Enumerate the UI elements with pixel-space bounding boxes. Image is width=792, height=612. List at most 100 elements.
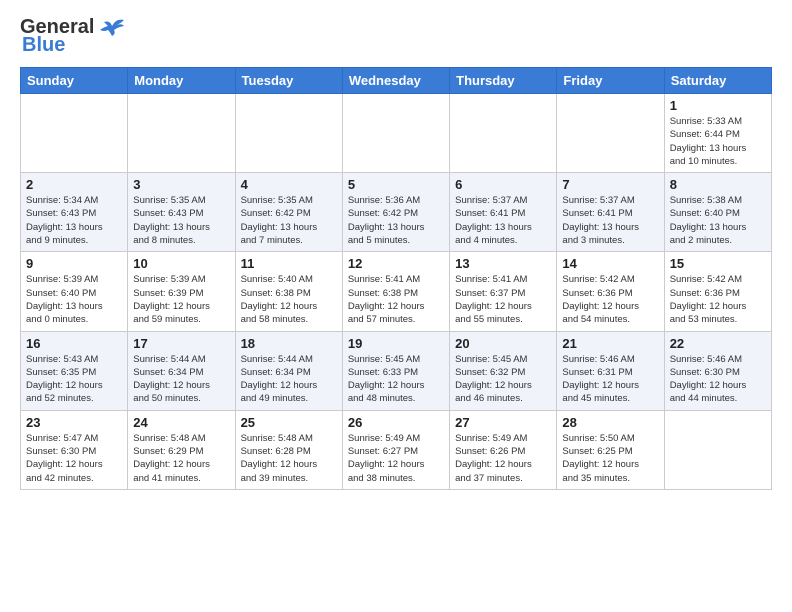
day-info: Sunrise: 5:37 AMSunset: 6:41 PMDaylight:… xyxy=(455,194,551,247)
calendar-cell xyxy=(664,410,771,489)
day-info: Sunrise: 5:39 AMSunset: 6:39 PMDaylight:… xyxy=(133,273,229,326)
calendar-cell: 19 Sunrise: 5:45 AMSunset: 6:33 PMDayligh… xyxy=(342,331,449,410)
day-number: 13 xyxy=(455,256,551,271)
day-info: Sunrise: 5:47 AMSunset: 6:30 PMDaylight:… xyxy=(26,432,122,485)
calendar-cell: 9 Sunrise: 5:39 AMSunset: 6:40 PMDaylight… xyxy=(21,252,128,331)
day-info: Sunrise: 5:35 AMSunset: 6:43 PMDaylight:… xyxy=(133,194,229,247)
day-number: 5 xyxy=(348,177,444,192)
calendar-cell xyxy=(342,94,449,173)
calendar-week-4: 16 Sunrise: 5:43 AMSunset: 6:35 PMDayligh… xyxy=(21,331,772,410)
weekday-header-tuesday: Tuesday xyxy=(235,68,342,94)
day-info: Sunrise: 5:38 AMSunset: 6:40 PMDaylight:… xyxy=(670,194,766,247)
logo: General Blue xyxy=(20,16,126,57)
calendar-cell: 10 Sunrise: 5:39 AMSunset: 6:39 PMDayligh… xyxy=(128,252,235,331)
day-number: 19 xyxy=(348,336,444,351)
calendar-cell: 4 Sunrise: 5:35 AMSunset: 6:42 PMDaylight… xyxy=(235,173,342,252)
day-number: 26 xyxy=(348,415,444,430)
calendar-week-3: 9 Sunrise: 5:39 AMSunset: 6:40 PMDaylight… xyxy=(21,252,772,331)
weekday-header-friday: Friday xyxy=(557,68,664,94)
weekday-header-thursday: Thursday xyxy=(450,68,557,94)
day-info: Sunrise: 5:44 AMSunset: 6:34 PMDaylight:… xyxy=(133,353,229,406)
calendar-cell: 7 Sunrise: 5:37 AMSunset: 6:41 PMDaylight… xyxy=(557,173,664,252)
day-number: 20 xyxy=(455,336,551,351)
calendar-cell: 8Sunrise: 5:38 AMSunset: 6:40 PMDaylight… xyxy=(664,173,771,252)
calendar-cell: 18 Sunrise: 5:44 AMSunset: 6:34 PMDayligh… xyxy=(235,331,342,410)
calendar-cell: 13 Sunrise: 5:41 AMSunset: 6:37 PMDayligh… xyxy=(450,252,557,331)
day-number: 6 xyxy=(455,177,551,192)
day-info: Sunrise: 5:34 AMSunset: 6:43 PMDaylight:… xyxy=(26,194,122,247)
calendar-cell: 27Sunrise: 5:49 AMSunset: 6:26 PMDayligh… xyxy=(450,410,557,489)
day-number: 9 xyxy=(26,256,122,271)
day-info: Sunrise: 5:45 AMSunset: 6:33 PMDaylight:… xyxy=(348,353,444,406)
calendar-table: SundayMondayTuesdayWednesdayThursdayFrid… xyxy=(20,67,772,490)
day-info: Sunrise: 5:39 AMSunset: 6:40 PMDaylight:… xyxy=(26,273,122,326)
day-info: Sunrise: 5:40 AMSunset: 6:38 PMDaylight:… xyxy=(241,273,337,326)
day-info: Sunrise: 5:46 AMSunset: 6:31 PMDaylight:… xyxy=(562,353,658,406)
page: General Blue SundayMondayTuesdayWednesda… xyxy=(0,0,792,506)
day-info: Sunrise: 5:42 AMSunset: 6:36 PMDaylight:… xyxy=(562,273,658,326)
calendar-cell: 16 Sunrise: 5:43 AMSunset: 6:35 PMDayligh… xyxy=(21,331,128,410)
calendar-cell: 15 Sunrise: 5:42 AMSunset: 6:36 PMDayligh… xyxy=(664,252,771,331)
calendar-cell xyxy=(21,94,128,173)
calendar-cell: 23 Sunrise: 5:47 AMSunset: 6:30 PMDayligh… xyxy=(21,410,128,489)
day-number: 11 xyxy=(241,256,337,271)
day-info: Sunrise: 5:45 AMSunset: 6:32 PMDaylight:… xyxy=(455,353,551,406)
calendar-cell: 5 Sunrise: 5:36 AMSunset: 6:42 PMDaylight… xyxy=(342,173,449,252)
calendar-cell: 17 Sunrise: 5:44 AMSunset: 6:34 PMDayligh… xyxy=(128,331,235,410)
day-info: Sunrise: 5:50 AMSunset: 6:25 PMDaylight:… xyxy=(562,432,658,485)
calendar-cell xyxy=(557,94,664,173)
weekday-header-monday: Monday xyxy=(128,68,235,94)
day-info: Sunrise: 5:46 AMSunset: 6:30 PMDaylight:… xyxy=(670,353,766,406)
calendar-cell: 11 Sunrise: 5:40 AMSunset: 6:38 PMDayligh… xyxy=(235,252,342,331)
day-number: 10 xyxy=(133,256,229,271)
calendar-week-1: 1Sunrise: 5:33 AMSunset: 6:44 PMDaylight… xyxy=(21,94,772,173)
day-info: Sunrise: 5:43 AMSunset: 6:35 PMDaylight:… xyxy=(26,353,122,406)
day-info: Sunrise: 5:36 AMSunset: 6:42 PMDaylight:… xyxy=(348,194,444,247)
logo-blue: Blue xyxy=(22,34,65,57)
calendar-cell xyxy=(450,94,557,173)
day-number: 15 xyxy=(670,256,766,271)
calendar-cell: 12Sunrise: 5:41 AMSunset: 6:38 PMDayligh… xyxy=(342,252,449,331)
calendar-cell: 28 Sunrise: 5:50 AMSunset: 6:25 PMDayligh… xyxy=(557,410,664,489)
calendar-cell: 6 Sunrise: 5:37 AMSunset: 6:41 PMDaylight… xyxy=(450,173,557,252)
weekday-header-wednesday: Wednesday xyxy=(342,68,449,94)
calendar-cell: 20 Sunrise: 5:45 AMSunset: 6:32 PMDayligh… xyxy=(450,331,557,410)
calendar-cell: 1Sunrise: 5:33 AMSunset: 6:44 PMDaylight… xyxy=(664,94,771,173)
calendar-cell: 2 Sunrise: 5:34 AMSunset: 6:43 PMDaylight… xyxy=(21,173,128,252)
day-info: Sunrise: 5:48 AMSunset: 6:29 PMDaylight:… xyxy=(133,432,229,485)
day-number: 27 xyxy=(455,415,551,430)
calendar-cell xyxy=(235,94,342,173)
calendar-cell: 22 Sunrise: 5:46 AMSunset: 6:30 PMDayligh… xyxy=(664,331,771,410)
day-number: 28 xyxy=(562,415,658,430)
calendar-week-2: 2 Sunrise: 5:34 AMSunset: 6:43 PMDaylight… xyxy=(21,173,772,252)
calendar-cell: 14 Sunrise: 5:42 AMSunset: 6:36 PMDayligh… xyxy=(557,252,664,331)
day-number: 3 xyxy=(133,177,229,192)
day-info: Sunrise: 5:35 AMSunset: 6:42 PMDaylight:… xyxy=(241,194,337,247)
day-info: Sunrise: 5:48 AMSunset: 6:28 PMDaylight:… xyxy=(241,432,337,485)
day-number: 17 xyxy=(133,336,229,351)
calendar-cell: 3 Sunrise: 5:35 AMSunset: 6:43 PMDaylight… xyxy=(128,173,235,252)
header: General Blue xyxy=(20,16,772,57)
calendar-header-row: SundayMondayTuesdayWednesdayThursdayFrid… xyxy=(21,68,772,94)
day-number: 25 xyxy=(241,415,337,430)
day-number: 18 xyxy=(241,336,337,351)
logo-bird-icon xyxy=(98,16,126,38)
weekday-header-saturday: Saturday xyxy=(664,68,771,94)
calendar-cell: 21Sunrise: 5:46 AMSunset: 6:31 PMDayligh… xyxy=(557,331,664,410)
day-info: Sunrise: 5:44 AMSunset: 6:34 PMDaylight:… xyxy=(241,353,337,406)
day-number: 24 xyxy=(133,415,229,430)
day-number: 22 xyxy=(670,336,766,351)
day-number: 7 xyxy=(562,177,658,192)
day-number: 14 xyxy=(562,256,658,271)
day-info: Sunrise: 5:37 AMSunset: 6:41 PMDaylight:… xyxy=(562,194,658,247)
day-number: 2 xyxy=(26,177,122,192)
calendar-week-5: 23 Sunrise: 5:47 AMSunset: 6:30 PMDayligh… xyxy=(21,410,772,489)
day-info: Sunrise: 5:41 AMSunset: 6:38 PMDaylight:… xyxy=(348,273,444,326)
day-info: Sunrise: 5:41 AMSunset: 6:37 PMDaylight:… xyxy=(455,273,551,326)
day-info: Sunrise: 5:42 AMSunset: 6:36 PMDaylight:… xyxy=(670,273,766,326)
day-number: 4 xyxy=(241,177,337,192)
day-number: 16 xyxy=(26,336,122,351)
day-info: Sunrise: 5:49 AMSunset: 6:27 PMDaylight:… xyxy=(348,432,444,485)
day-number: 23 xyxy=(26,415,122,430)
calendar-cell xyxy=(128,94,235,173)
